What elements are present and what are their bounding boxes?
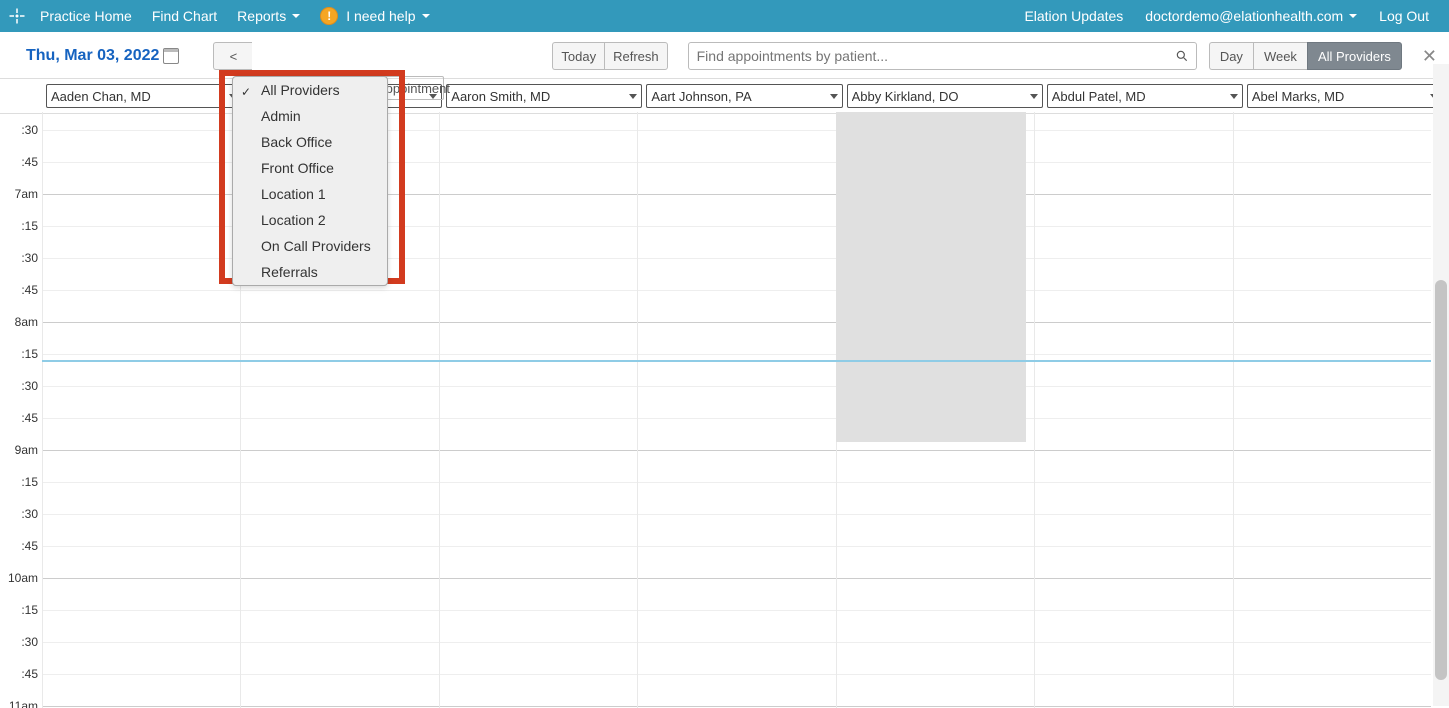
unavailable-block (836, 112, 1026, 442)
time-label: 7am (15, 187, 38, 201)
nav-help-label: I need help (346, 8, 415, 24)
today-button[interactable]: Today (552, 42, 604, 70)
time-label: :30 (21, 507, 38, 521)
filter-item-referrals[interactable]: Referrals (233, 259, 387, 285)
time-label: :15 (21, 603, 38, 617)
view-switch: Day Week All Providers (1209, 42, 1402, 70)
chevron-down-icon (422, 14, 430, 18)
app-logo-icon[interactable] (6, 5, 28, 27)
filter-item-label: Referrals (261, 264, 318, 280)
time-label: 9am (15, 443, 38, 457)
time-label: :30 (21, 251, 38, 265)
filter-item-label: Admin (261, 108, 301, 124)
nav-practice-home[interactable]: Practice Home (40, 8, 132, 24)
filter-item-label: Front Office (261, 160, 334, 176)
calendar-toolbar: Thu, Mar 03, 2022 < > Appointment Today … (0, 32, 1449, 79)
chevron-down-icon (1230, 94, 1238, 99)
filter-item-back-office[interactable]: Back Office (233, 129, 387, 155)
view-week-button[interactable]: Week (1253, 42, 1307, 70)
provider-column-select[interactable]: Aart Johnson, PA (646, 84, 842, 108)
grid-column[interactable] (1233, 112, 1431, 708)
time-label: 8am (15, 315, 38, 329)
time-label: :30 (21, 379, 38, 393)
provider-name-label: Abby Kirkland, DO (852, 89, 959, 104)
time-label: :30 (21, 635, 38, 649)
filter-item-label: On Call Providers (261, 238, 371, 254)
time-label: :45 (21, 411, 38, 425)
current-date[interactable]: Thu, Mar 03, 2022 (8, 47, 187, 65)
filter-item-label: Location 2 (261, 212, 326, 228)
filter-item-front-office[interactable]: Front Office (233, 155, 387, 181)
chevron-down-icon (830, 94, 838, 99)
nav-help[interactable]: ! I need help (320, 7, 429, 25)
filter-item-label: All Providers (261, 82, 340, 98)
view-all-providers-button[interactable]: All Providers (1307, 42, 1402, 70)
vertical-scrollbar[interactable] (1433, 64, 1449, 706)
provider-column-select[interactable]: Aaden Chan, MD (46, 84, 242, 108)
time-label: :45 (21, 667, 38, 681)
calendar-grid: :30 :45 7am :15 :30 :45 8am :15 :30 :45 9am :15 :30:… (0, 112, 1431, 708)
grid-column[interactable] (42, 112, 240, 708)
refresh-group: Today Refresh (552, 42, 667, 70)
time-axis: :30 :45 7am :15 :30 :45 8am :15 :30 :45 9am :15 :30:… (0, 112, 42, 708)
provider-column-select[interactable]: Abel Marks, MD (1247, 84, 1443, 108)
nav-user-menu[interactable]: doctordemo@elationhealth.com (1145, 8, 1357, 24)
check-icon: ✓ (241, 81, 251, 103)
grid-column[interactable] (439, 112, 637, 708)
calendar-icon (163, 48, 179, 64)
search-icon[interactable] (1168, 43, 1196, 69)
chevron-down-icon (1030, 94, 1038, 99)
prev-day-button[interactable]: < (213, 42, 252, 70)
provider-filter-menu[interactable]: ✓ All Providers Admin Back Office Front Offi… (232, 76, 388, 286)
provider-name-label: Aaron Smith, MD (451, 89, 550, 104)
chevron-down-icon (292, 14, 300, 18)
filter-item-label: Location 1 (261, 186, 326, 202)
time-label: :45 (21, 155, 38, 169)
provider-header-row: Aaden Chan, MD Aaron Smith, MD Aart Johnso… (0, 79, 1449, 114)
user-email: doctordemo@elationhealth.com (1145, 8, 1343, 24)
provider-name-label: Abel Marks, MD (1252, 89, 1344, 104)
filter-item-location-1[interactable]: Location 1 (233, 181, 387, 207)
filter-item-label: Back Office (261, 134, 332, 150)
filter-item-location-2[interactable]: Location 2 (233, 207, 387, 233)
time-label: :30 (21, 123, 38, 137)
provider-name-label: Aaden Chan, MD (51, 89, 151, 104)
view-day-button[interactable]: Day (1209, 42, 1253, 70)
top-nav: Practice Home Find Chart Reports ! I nee… (0, 0, 1449, 32)
search-appointments[interactable] (688, 42, 1197, 70)
time-label: 10am (8, 571, 38, 585)
date-nav-group: < > (213, 42, 292, 70)
nav-find-chart[interactable]: Find Chart (152, 8, 217, 24)
nav-reports-label: Reports (237, 8, 286, 24)
alert-icon: ! (320, 7, 338, 25)
time-label: :15 (21, 219, 38, 233)
nav-reports[interactable]: Reports (237, 8, 300, 24)
provider-column-select[interactable]: Abdul Patel, MD (1047, 84, 1243, 108)
current-date-label: Thu, Mar 03, 2022 (26, 47, 159, 65)
provider-name-label: Abdul Patel, MD (1052, 89, 1146, 104)
provider-column-select[interactable]: Abby Kirkland, DO (847, 84, 1043, 108)
time-label: :15 (21, 347, 38, 361)
time-label: :45 (21, 539, 38, 553)
nav-updates[interactable]: Elation Updates (1024, 8, 1123, 24)
chevron-down-icon (629, 94, 637, 99)
scrollbar-thumb[interactable] (1435, 280, 1447, 680)
nav-logout[interactable]: Log Out (1379, 8, 1429, 24)
grid-column[interactable] (637, 112, 835, 708)
filter-item-admin[interactable]: Admin (233, 103, 387, 129)
provider-column-select[interactable]: Aaron Smith, MD (446, 84, 642, 108)
filter-item-on-call-providers[interactable]: On Call Providers (233, 233, 387, 259)
chevron-down-icon (1349, 14, 1357, 18)
grid-column[interactable] (1034, 112, 1232, 708)
refresh-button[interactable]: Refresh (604, 42, 668, 70)
filter-item-all-providers[interactable]: ✓ All Providers (233, 77, 387, 103)
search-input[interactable] (689, 43, 1168, 69)
time-label: :15 (21, 475, 38, 489)
provider-name-label: Aart Johnson, PA (651, 89, 751, 104)
time-label: 11am (9, 699, 38, 708)
current-time-indicator (42, 360, 1431, 362)
time-label: :45 (21, 283, 38, 297)
